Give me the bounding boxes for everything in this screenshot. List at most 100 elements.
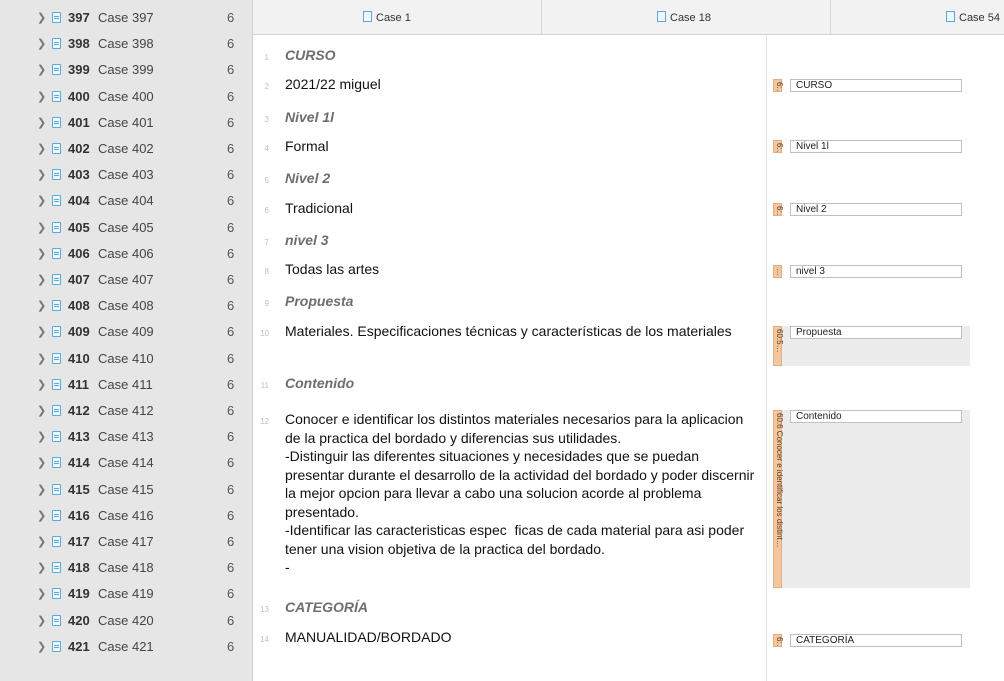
case-list-item[interactable]: ❯ 401 Case 401 6	[0, 111, 252, 136]
chevron-right-icon[interactable]: ❯	[37, 561, 46, 574]
section-heading[interactable]: CURSO	[285, 46, 755, 65]
case-number: 400	[68, 88, 90, 104]
chevron-right-icon[interactable]: ❯	[37, 168, 46, 181]
case-list-item[interactable]: ❯ 399 Case 399 6	[0, 58, 252, 83]
document-icon	[52, 12, 61, 23]
chevron-right-icon[interactable]: ❯	[37, 221, 46, 234]
chevron-right-icon[interactable]: ❯	[37, 247, 46, 260]
case-name: Case 415	[98, 481, 154, 497]
code-label[interactable]: nivel 3	[790, 265, 962, 278]
case-list-item[interactable]: ❯ 414 Case 414 6	[0, 451, 252, 476]
case-count: 6	[227, 219, 235, 235]
chevron-right-icon[interactable]: ❯	[37, 325, 46, 338]
paragraph-text[interactable]: 2021/22 miguel	[285, 75, 755, 94]
document-icon	[52, 221, 61, 233]
paragraph-text[interactable]: Tradicional	[285, 199, 755, 218]
tab-label: Case 18	[670, 12, 711, 24]
code-label[interactable]: Nivel 1l	[790, 140, 962, 153]
case-list-item[interactable]: ❯ 408 Case 408 6	[0, 294, 252, 319]
case-count: 6	[227, 350, 235, 366]
case-list-item[interactable]: ❯ 397 Case 397 6	[0, 6, 252, 31]
case-list-item[interactable]: ❯ 407 Case 407 6	[0, 268, 252, 293]
paragraph-text[interactable]: Materiales. Especificaciones técnicas y …	[285, 322, 755, 341]
code-stripe[interactable]: 6:…	[773, 203, 783, 216]
tab-case-54[interactable]: Case 54	[831, 0, 1004, 34]
paragraph-text[interactable]: Todas las artes	[285, 260, 755, 279]
case-list-item[interactable]: ❯ 402 Case 402 6	[0, 137, 252, 162]
chevron-right-icon[interactable]: ❯	[37, 116, 46, 129]
code-stripe[interactable]: 6:…	[773, 634, 783, 647]
code-label[interactable]: CATEGORÍA	[790, 634, 962, 647]
chevron-right-icon[interactable]: ❯	[37, 142, 46, 155]
section-heading[interactable]: Contenido	[285, 374, 755, 393]
chevron-right-icon[interactable]: ❯	[37, 430, 46, 443]
section-heading[interactable]: CATEGORÍA	[285, 598, 755, 617]
case-count: 6	[227, 193, 235, 209]
section-heading[interactable]: nivel 3	[285, 231, 755, 250]
case-number: 398	[68, 36, 90, 52]
case-list-item[interactable]: ❯ 404 Case 404 6	[0, 189, 252, 214]
case-count: 6	[227, 167, 235, 183]
chevron-right-icon[interactable]: ❯	[37, 90, 46, 103]
code-label[interactable]: CURSO	[790, 79, 962, 92]
case-list-item[interactable]: ❯ 400 Case 400 6	[0, 85, 252, 110]
code-stripe[interactable]: …	[773, 265, 783, 278]
document-icon	[52, 143, 61, 154]
case-list-item[interactable]: ❯ 415 Case 415 6	[0, 478, 252, 503]
case-count: 6	[227, 429, 235, 445]
case-list-item[interactable]: ❯ 405 Case 405 6	[0, 216, 252, 241]
case-list-item[interactable]: ❯ 406 Case 406 6	[0, 242, 252, 267]
case-list-item[interactable]: ❯ 398 Case 398 6	[0, 32, 252, 57]
paragraph-text[interactable]: MANUALIDAD/BORDADO	[285, 628, 755, 647]
tab-label: Case 54	[959, 12, 1000, 24]
case-number: 409	[68, 324, 90, 340]
chevron-right-icon[interactable]: ❯	[37, 483, 46, 496]
document-icon	[52, 326, 61, 338]
case-list-item[interactable]: ❯ 419 Case 419 6	[0, 582, 252, 607]
case-count: 6	[227, 298, 235, 314]
chevron-right-icon[interactable]: ❯	[37, 378, 46, 391]
chevron-right-icon[interactable]: ❯	[37, 194, 46, 207]
chevron-right-icon[interactable]: ❯	[37, 273, 46, 286]
section-heading[interactable]: Nivel 1l	[285, 108, 755, 127]
case-list-item[interactable]: ❯ 411 Case 411 6	[0, 373, 252, 398]
code-label[interactable]: Contenido	[790, 410, 962, 423]
chevron-right-icon[interactable]: ❯	[37, 63, 46, 76]
paragraph-text[interactable]: Formal	[285, 137, 755, 156]
case-list-item[interactable]: ❯ 416 Case 416 6	[0, 504, 252, 529]
case-list-item[interactable]: ❯ 413 Case 413 6	[0, 425, 252, 450]
case-list-item[interactable]: ❯ 417 Case 417 6	[0, 530, 252, 555]
code-stripe[interactable]: 6:…	[773, 79, 783, 92]
chevron-right-icon[interactable]: ❯	[37, 299, 46, 312]
chevron-right-icon[interactable]: ❯	[37, 37, 46, 50]
chevron-right-icon[interactable]: ❯	[37, 640, 46, 653]
chevron-right-icon[interactable]: ❯	[37, 509, 46, 522]
chevron-right-icon[interactable]: ❯	[37, 587, 46, 600]
case-list-item[interactable]: ❯ 410 Case 410 6	[0, 347, 252, 372]
chevron-right-icon[interactable]: ❯	[37, 11, 46, 24]
section-heading[interactable]: Propuesta	[285, 292, 755, 311]
chevron-right-icon[interactable]: ❯	[37, 456, 46, 469]
code-stripe[interactable]: 60:6 Conocer e identificar los distint…	[773, 410, 783, 588]
code-label[interactable]: Nivel 2	[790, 203, 962, 216]
case-list-item[interactable]: ❯ 418 Case 418 6	[0, 556, 252, 581]
case-number: 407	[68, 272, 90, 287]
paragraph-number: 9	[264, 299, 269, 308]
chevron-right-icon[interactable]: ❯	[37, 614, 46, 627]
case-list-item[interactable]: ❯ 412 Case 412 6	[0, 399, 252, 424]
tab-case-18[interactable]: Case 18	[542, 0, 831, 34]
tab-case-1[interactable]: Case 1	[253, 0, 542, 34]
chevron-right-icon[interactable]: ❯	[37, 404, 46, 417]
document-text-area[interactable]: 1 CURSO 2 2021/22 miguel 3 Nivel 1l 4 Formal 5 Ni…	[253, 35, 766, 681]
code-stripe[interactable]: 6:…	[773, 140, 783, 153]
case-list-item[interactable]: ❯ 420 Case 420 6	[0, 609, 252, 634]
paragraph-text[interactable]: Conocer e identificar los distintos mate…	[285, 410, 755, 577]
section-heading[interactable]: Nivel 2	[285, 169, 755, 188]
code-label[interactable]: Propuesta	[790, 326, 962, 339]
case-list-item[interactable]: ❯ 421 Case 421 6	[0, 635, 252, 660]
chevron-right-icon[interactable]: ❯	[37, 535, 46, 548]
chevron-right-icon[interactable]: ❯	[37, 352, 46, 365]
code-stripe[interactable]: 60:5…	[773, 326, 783, 366]
case-list-item[interactable]: ❯ 409 Case 409 6	[0, 320, 252, 345]
case-list-item[interactable]: ❯ 403 Case 403 6	[0, 163, 252, 188]
